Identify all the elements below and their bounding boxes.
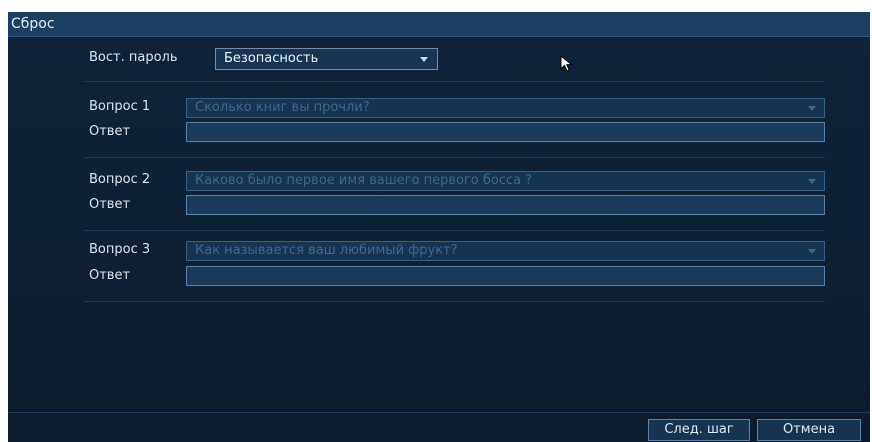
chevron-down-icon [420,57,428,62]
recovery-mode-select[interactable]: Безопасность [215,48,438,70]
mouse-pointer-icon [560,55,573,72]
divider [84,157,825,158]
question-1-value: Сколько книг вы прочли? [195,100,370,115]
footer-divider [8,412,870,413]
recovery-label: Вост. пароль [89,50,178,65]
divider [84,81,825,82]
recovery-mode-value: Безопасность [224,51,319,66]
question-2-value: Каково было первое имя вашего первого бо… [195,173,533,188]
chevron-down-icon [808,106,816,111]
divider [84,301,825,302]
divider [84,230,825,231]
question-3-value: Как называется ваш любимый фрукт? [195,243,458,258]
title-bar: Сброс [8,12,870,37]
question-1-select[interactable]: Сколько книг вы прочли? [186,98,825,118]
answer-2-label: Ответ [89,197,131,212]
chevron-down-icon [808,249,816,254]
chevron-down-icon [808,179,816,184]
next-step-button[interactable]: След. шаг [648,419,750,441]
cancel-button[interactable]: Отмена [757,419,861,441]
answer-2-input[interactable] [186,195,825,215]
dialog-title: Сброс [11,16,55,32]
question-3-select[interactable]: Как называется ваш любимый фрукт? [186,241,825,261]
question-1-label: Вопрос 1 [89,99,151,114]
reset-dialog: Сброс Вост. пароль Безопасность Вопрос 1… [8,12,870,442]
answer-1-input[interactable] [186,122,825,142]
question-3-label: Вопрос 3 [89,242,151,257]
answer-3-label: Ответ [89,268,131,283]
question-2-select[interactable]: Каково было первое имя вашего первого бо… [186,171,825,191]
question-2-label: Вопрос 2 [89,172,151,187]
answer-3-input[interactable] [186,266,825,286]
answer-1-label: Ответ [89,124,131,139]
